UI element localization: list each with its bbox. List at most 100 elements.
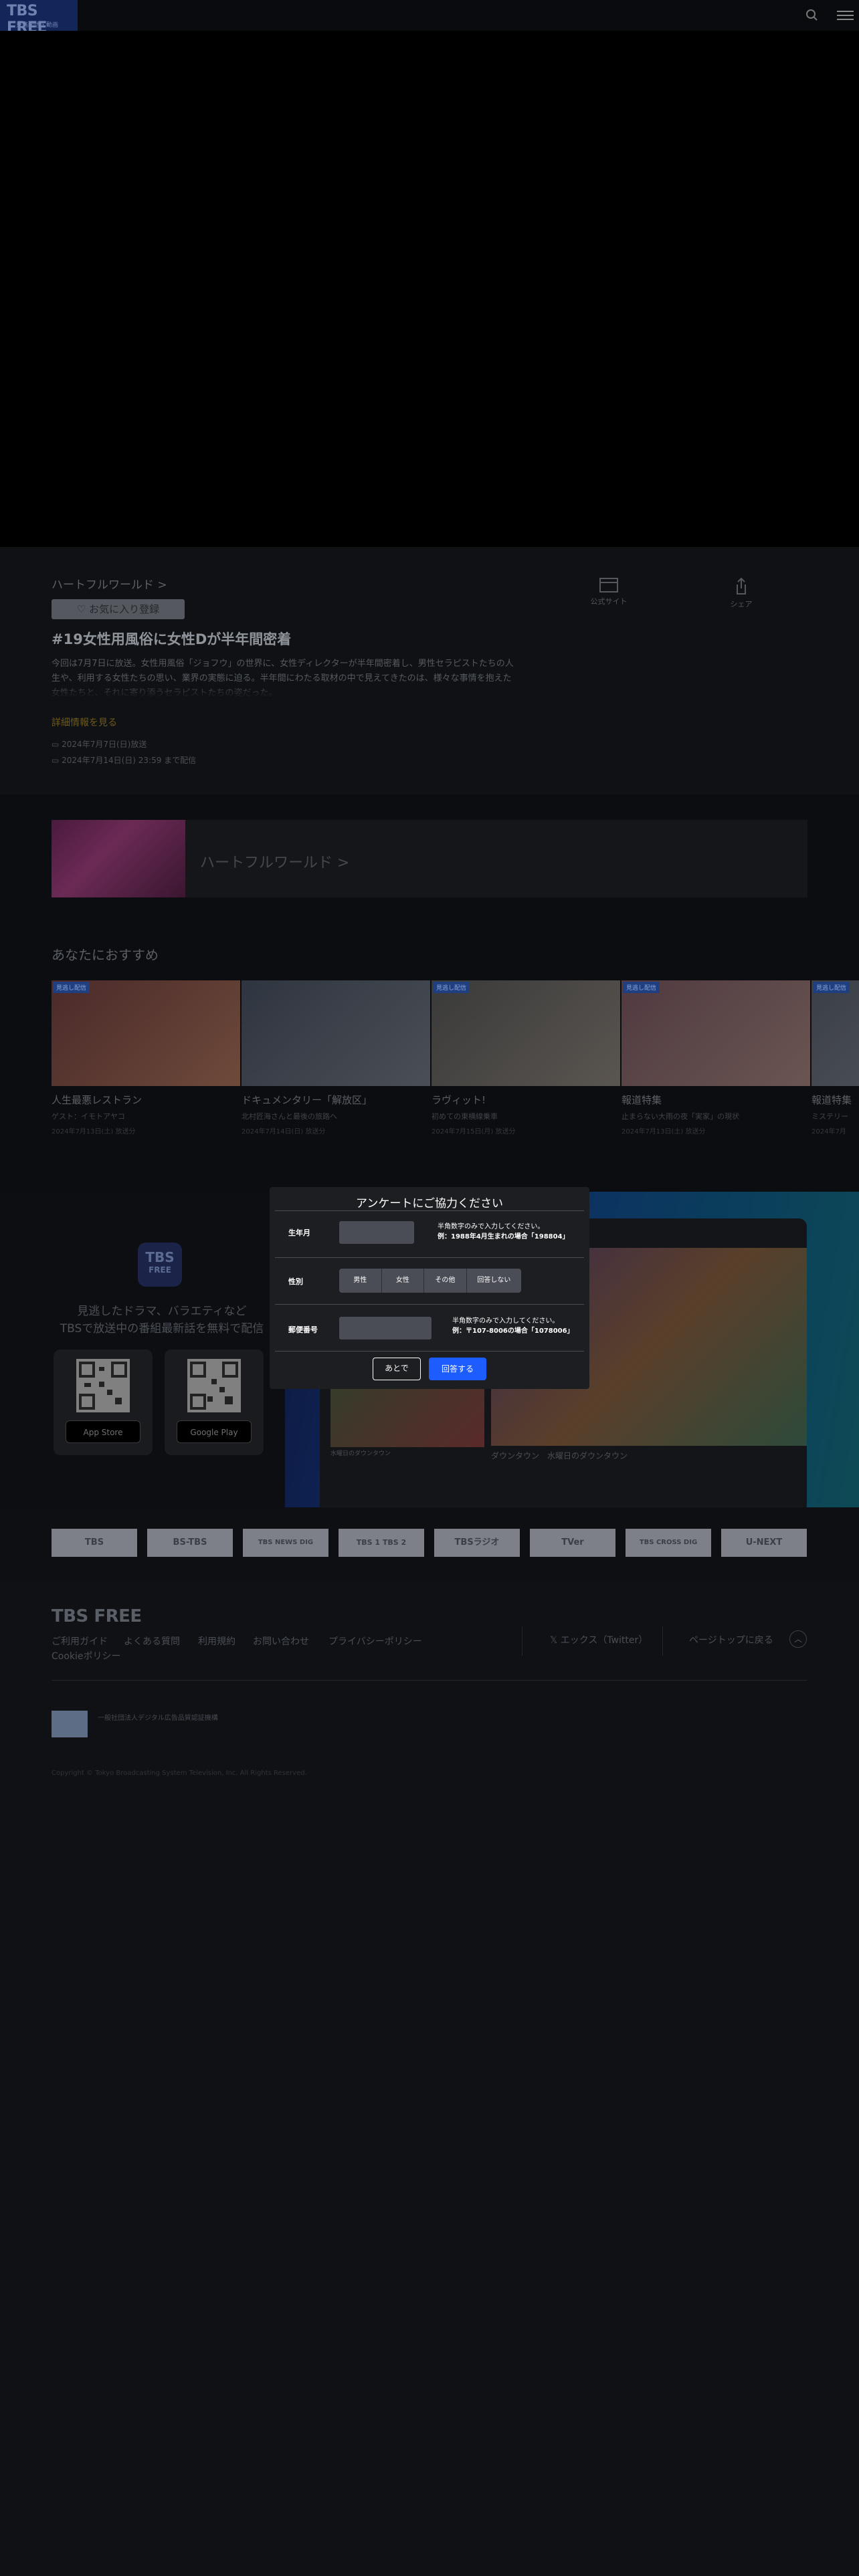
rec-badge: 見逃し配信 (53, 982, 90, 993)
program-link[interactable]: ハートフルワールド > (52, 575, 167, 592)
footer-x-link[interactable]: 𝕏 エックス（Twitter） (550, 1633, 648, 1646)
official-site-label: 公式サイト (590, 597, 628, 606)
channel-tbs-radio[interactable]: TBSラジオ (434, 1529, 520, 1557)
later-button[interactable]: あとで (373, 1358, 421, 1380)
divider (275, 1304, 584, 1305)
recommendations-title: あなたにおすすめ (52, 947, 159, 963)
share-icon (737, 577, 746, 595)
video-player[interactable] (0, 31, 859, 547)
footer-link-guide[interactable]: ご利用ガイド (52, 1634, 108, 1648)
logo-sub: 見逃配信・動画 (16, 22, 59, 29)
rec-title: ラヴィット! (432, 1094, 486, 1106)
x-link-label: エックス（Twitter） (560, 1635, 648, 1646)
rec-thumbnail: 見逃し配信 (812, 980, 859, 1086)
qr-code-icon (187, 1359, 241, 1412)
description-fade (52, 683, 520, 698)
site-footer (0, 1581, 859, 2576)
jicdaq-certification-icon (52, 1711, 88, 1737)
footer-link-privacy[interactable]: プライバシーポリシー (328, 1634, 422, 1648)
window-icon (599, 578, 618, 593)
footer-separator (52, 1680, 807, 1681)
rec-card[interactable]: 見逃し配信 報道特集 ミステリー 2024年7月 (812, 980, 859, 1136)
program-card[interactable]: ハートフルワールド > (52, 820, 807, 897)
tbs-free-logo[interactable]: TBS FREE 見逃配信・動画 (0, 0, 78, 36)
rec-title: 報道特集 (812, 1094, 852, 1106)
app-icon-line1: TBS (145, 1249, 175, 1265)
app-store-badge[interactable]: App Store (66, 1420, 140, 1443)
end-date: ▭ 2024年7月14日(日) 23:59 まで配信 (52, 754, 196, 766)
rec-sub: 初めての東横線乗車 (432, 1112, 498, 1121)
footer-link-faq[interactable]: よくある質問 (124, 1634, 180, 1648)
answer-button[interactable]: 回答する (429, 1358, 486, 1380)
copyright: Copyright © Tokyo Broadcasting System Te… (52, 1769, 307, 1777)
rec-card[interactable]: 見逃し配信 ラヴィット! 初めての東横線乗車 2024年7月15日(月) 放送分 (432, 980, 620, 1136)
calendar-icon: ▭ (52, 740, 62, 749)
rec-thumbnail (242, 980, 430, 1086)
search-icon[interactable] (803, 6, 822, 25)
official-site-button[interactable]: 公式サイト (589, 576, 629, 607)
air-date-text: 2024年7月7日(日)放送 (62, 740, 147, 749)
jicdaq-text: 一般社団法人デジタル広告品質認証機構 (98, 1715, 218, 1722)
episode-title: #19女性用風俗に女性Dが半年間密着 (52, 631, 292, 647)
gender-selector[interactable]: 男性 女性 その他 回答しない (339, 1269, 521, 1293)
divider (275, 1257, 584, 1258)
share-label: シェア (730, 600, 753, 609)
site-header: TBS FREE 見逃配信・動画 (0, 0, 859, 36)
gender-option-male[interactable]: 男性 (339, 1269, 382, 1293)
rec-sub: ゲスト：イモトアヤコ (52, 1112, 125, 1121)
rec-card[interactable]: ドキュメンタリー「解放区」 北村匠海さんと最後の旅路へ 2024年7月14日(日… (242, 980, 430, 1136)
birth-input[interactable] (339, 1221, 414, 1244)
channel-news-dig[interactable]: TBS NEWS DIG (243, 1529, 328, 1557)
survey-title: アンケートにご協力ください (356, 1197, 503, 1210)
hamburger-menu-icon[interactable] (835, 6, 854, 25)
zip-input[interactable] (339, 1317, 432, 1339)
share-button[interactable]: シェア (721, 576, 761, 609)
footer-link-terms[interactable]: 利用規約 (198, 1634, 235, 1648)
program-card-name: ハートフルワールド > (200, 855, 350, 871)
rec-date: 2024年7月14日(日) 放送分 (242, 1128, 326, 1136)
more-info-link[interactable]: 詳細情報を見る (52, 716, 117, 729)
birth-label: 生年月 (288, 1228, 310, 1237)
rec-title: ドキュメンタリー「解放区」 (242, 1094, 373, 1106)
x-logo-icon: 𝕏 (550, 1635, 561, 1646)
rec-date: 2024年7月13日(土) 放送分 (52, 1128, 136, 1136)
rec-card[interactable]: 見逃し配信 報道特集 止まらない大雨の夜「実家」の現状 2024年7月13日(土… (622, 980, 810, 1136)
footer-link-contact[interactable]: お問い合わせ (253, 1634, 309, 1648)
rec-date: 2024年7月13日(土) 放送分 (622, 1128, 706, 1136)
rec-sub: 止まらない大雨の夜「実家」の現状 (622, 1112, 739, 1121)
rec-sub: ミステリー (812, 1112, 848, 1121)
channel-u-next[interactable]: U-NEXT (721, 1529, 807, 1557)
channel-tbs1-tbs2[interactable]: TBS 1 TBS 2 (339, 1529, 424, 1557)
channel-bs-tbs[interactable]: BS-TBS (147, 1529, 233, 1557)
footer-link-cookie[interactable]: Cookieポリシー (52, 1649, 121, 1662)
rec-thumbnail: 見逃し配信 (52, 980, 240, 1086)
gender-option-other[interactable]: その他 (424, 1269, 467, 1293)
gender-option-female[interactable]: 女性 (382, 1269, 425, 1293)
pagetop-link[interactable]: ページトップに戻る (689, 1633, 773, 1646)
gender-label: 性別 (288, 1277, 303, 1286)
footer-logo[interactable]: TBS FREE (52, 1606, 142, 1626)
rec-thumbnail: 見逃し配信 (622, 980, 810, 1086)
rec-badge: 見逃し配信 (623, 982, 660, 993)
qr-code-icon (76, 1359, 130, 1412)
zip-label: 郵便番号 (288, 1325, 318, 1334)
channel-tbs[interactable]: TBS (52, 1529, 137, 1557)
rec-title: 人生最悪レストラン (52, 1094, 142, 1106)
channel-tver[interactable]: TVer (530, 1529, 615, 1557)
birth-hint-2: 例：1988年4月生まれの場合「198804」 (438, 1233, 569, 1241)
rec-date: 2024年7月 (812, 1128, 846, 1136)
channel-cross-dig[interactable]: TBS CROSS DIG (626, 1529, 711, 1557)
clock-icon: ▭ (52, 756, 62, 765)
app-store-qr[interactable]: App Store (54, 1350, 153, 1455)
google-play-badge[interactable]: Google Play (177, 1420, 252, 1443)
favorite-button[interactable]: ♡ お気に入り登録 (52, 599, 185, 619)
end-date-text: 2024年7月14日(日) 23:59 まで配信 (62, 756, 197, 765)
rec-sub: 北村匠海さんと最後の旅路へ (242, 1112, 337, 1121)
chevron-up-icon[interactable]: ︿ (789, 1630, 807, 1648)
rec-badge: 見逃し配信 (433, 982, 470, 993)
google-play-qr[interactable]: Google Play (165, 1350, 264, 1455)
birth-hint: 半角数字のみで入力してください。 例：1988年4月生まれの場合「198804」 (438, 1222, 569, 1242)
rec-card[interactable]: 見逃し配信 人生最悪レストラン ゲスト：イモトアヤコ 2024年7月13日(土)… (52, 980, 240, 1136)
rec-date: 2024年7月15日(月) 放送分 (432, 1128, 516, 1136)
gender-option-no-answer[interactable]: 回答しない (467, 1269, 521, 1293)
